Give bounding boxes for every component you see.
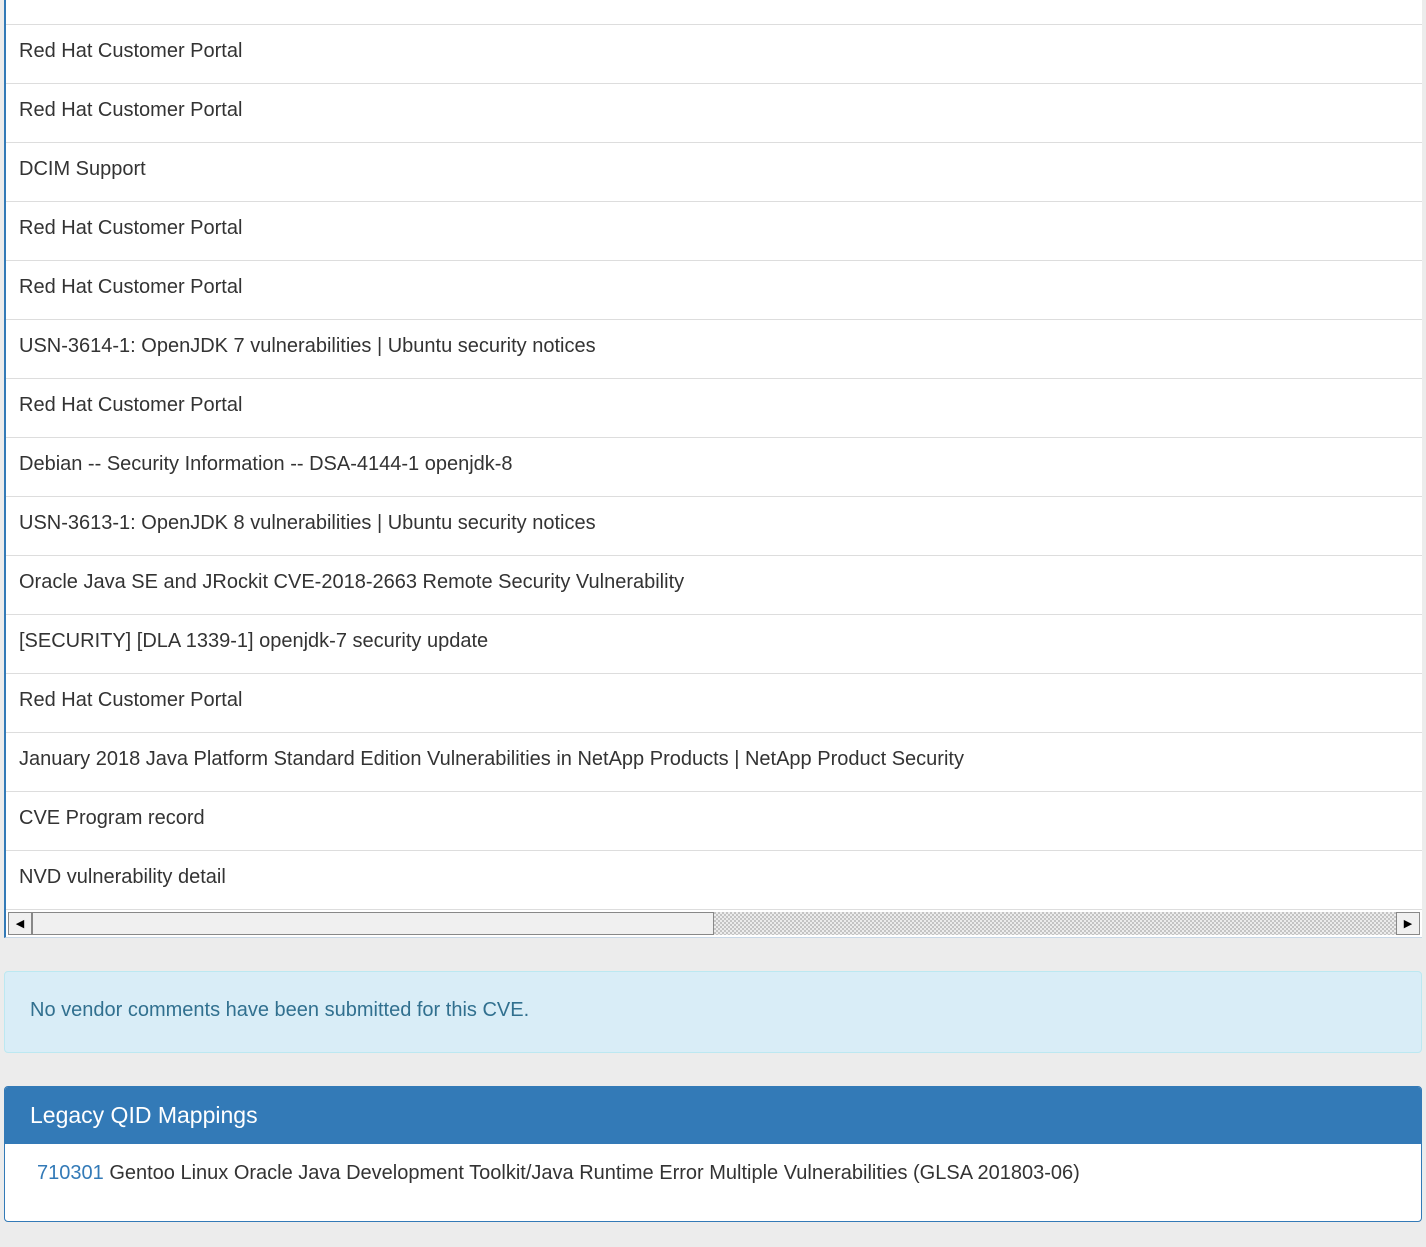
reference-link[interactable]: Debian -- Security Information -- DSA-41… [19,453,513,475]
reference-link[interactable]: CVE Program record [19,807,205,829]
vendor-comments-notice: No vendor comments have been submitted f… [4,971,1422,1053]
reference-link[interactable]: Oracle Java SE and JRockit CVE-2018-2663… [19,571,684,593]
reference-link[interactable]: NVD vulnerability detail [19,866,226,888]
reference-link[interactable]: Red Hat Customer Portal [19,689,242,711]
reference-row: Red Hat Customer Portal [6,261,1422,320]
reference-row: NVD vulnerability detail [6,851,1422,910]
vendor-comments-text: No vendor comments have been submitted f… [30,999,530,1021]
reference-link[interactable]: Red Hat Customer Portal [19,276,242,298]
reference-row: Red Hat Customer Portal [6,202,1422,261]
legacy-qid-item: 710301 Gentoo Linux Oracle Java Developm… [37,1159,1421,1187]
reference-row: [SECURITY] [DLA 1339-1] openjdk-7 securi… [6,615,1422,674]
legacy-qid-list: 710301 Gentoo Linux Oracle Java Developm… [5,1144,1421,1187]
reference-link[interactable]: Red Hat Customer Portal [19,99,242,121]
reference-link[interactable]: January 2018 Java Platform Standard Edit… [19,748,964,770]
reference-link[interactable]: USN-3614-1: OpenJDK 7 vulnerabilities | … [19,335,596,357]
reference-link[interactable]: Red Hat Customer Portal [19,40,242,62]
reference-link[interactable]: USN-3613-1: OpenJDK 8 vulnerabilities | … [19,512,596,534]
reference-row: Oracle Java SE and JRockit CVE-2018-2663… [6,556,1422,615]
scrollbar-track[interactable] [32,912,1396,935]
reference-row: USN-3614-1: OpenJDK 7 vulnerabilities | … [6,320,1422,379]
reference-row: Red Hat Customer Portal [6,84,1422,143]
reference-row: Red Hat Customer Portal [6,674,1422,733]
qid-link[interactable]: 710301 [37,1162,104,1184]
horizontal-scrollbar[interactable]: ◀ ▶ [6,912,1422,936]
legacy-qid-heading: Legacy QID Mappings [5,1087,1421,1144]
left-arrow-icon: ◀ [15,917,25,930]
reference-row: CVE Program record [6,792,1422,851]
reference-row: USN-3613-1: OpenJDK 8 vulnerabilities | … [6,497,1422,556]
references-table: Red Hat Customer Portal Red Hat Customer … [4,0,1422,938]
reference-link[interactable]: [SECURITY] [DLA 1339-1] openjdk-7 securi… [19,630,488,652]
scrollbar-thumb[interactable] [32,912,714,935]
scroll-left-button[interactable]: ◀ [8,912,32,935]
reference-row: January 2018 Java Platform Standard Edit… [6,733,1422,792]
legacy-qid-panel: Legacy QID Mappings 710301 Gentoo Linux … [4,1086,1422,1222]
qid-description: Gentoo Linux Oracle Java Development Too… [109,1162,1080,1184]
right-arrow-icon: ▶ [1403,917,1413,930]
reference-row: Red Hat Customer Portal [6,379,1422,438]
reference-row: DCIM Support [6,143,1422,202]
scroll-right-button[interactable]: ▶ [1396,912,1420,935]
reference-link[interactable]: Red Hat Customer Portal [19,217,242,239]
reference-link[interactable]: DCIM Support [19,158,146,180]
reference-row: Red Hat Customer Portal [6,25,1422,84]
reference-link[interactable]: Red Hat Customer Portal [19,394,242,416]
reference-row: Debian -- Security Information -- DSA-41… [6,438,1422,497]
